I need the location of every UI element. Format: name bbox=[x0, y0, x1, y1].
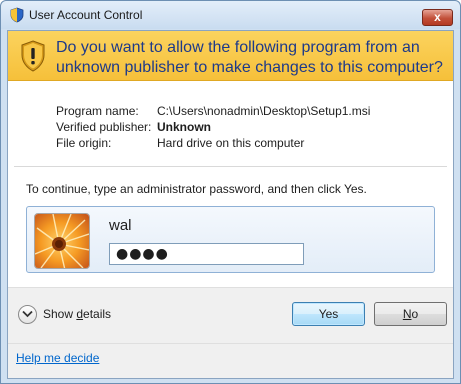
program-name-row: Program name: C:\Users\nonadmin\Desktop\… bbox=[56, 103, 370, 119]
shield-icon bbox=[10, 7, 24, 23]
show-details-label: Show details bbox=[43, 307, 112, 321]
uac-dialog: User Account Control x Do you want to al… bbox=[0, 0, 461, 384]
publisher-value: Unknown bbox=[157, 120, 211, 134]
file-origin-row: File origin: Hard drive on this computer bbox=[56, 135, 370, 151]
close-button[interactable]: x bbox=[422, 9, 453, 26]
program-name-label: Program name: bbox=[56, 104, 139, 118]
program-details: Program name: C:\Users\nonadmin\Desktop\… bbox=[56, 103, 370, 151]
yes-button[interactable]: Yes bbox=[292, 302, 365, 326]
username-label: wal bbox=[109, 217, 132, 234]
show-details-toggle[interactable]: Show details bbox=[18, 304, 111, 324]
window-title: User Account Control bbox=[29, 8, 143, 22]
password-field[interactable]: ●●●● bbox=[109, 243, 304, 265]
user-avatar bbox=[34, 213, 90, 269]
file-origin-value: Hard drive on this computer bbox=[157, 136, 305, 150]
close-icon: x bbox=[434, 10, 441, 24]
dialog-footer: Show details Yes No Help me decide bbox=[8, 287, 453, 378]
publisher-row: Verified publisher: Unknown bbox=[56, 119, 370, 135]
program-name-value: C:\Users\nonadmin\Desktop\Setup1.msi bbox=[157, 104, 371, 118]
publisher-label: Verified publisher: bbox=[56, 120, 152, 134]
footer-divider bbox=[8, 343, 453, 344]
separator bbox=[14, 166, 447, 167]
credential-instruction: To continue, type an administrator passw… bbox=[26, 182, 367, 196]
flower-picture-icon bbox=[35, 214, 89, 268]
chevron-down-icon bbox=[18, 304, 37, 324]
banner-message: Do you want to allow the following progr… bbox=[56, 39, 443, 76]
no-button[interactable]: No bbox=[374, 302, 447, 326]
warning-shield-icon bbox=[21, 40, 45, 72]
file-origin-label: File origin: bbox=[56, 136, 112, 150]
warning-banner: Do you want to allow the following progr… bbox=[8, 31, 453, 81]
help-me-decide-link[interactable]: Help me decide bbox=[16, 351, 99, 365]
title-bar[interactable]: User Account Control x bbox=[1, 1, 460, 29]
credential-tile[interactable]: wal ●●●● bbox=[26, 206, 435, 273]
dialog-body: Do you want to allow the following progr… bbox=[7, 30, 454, 379]
